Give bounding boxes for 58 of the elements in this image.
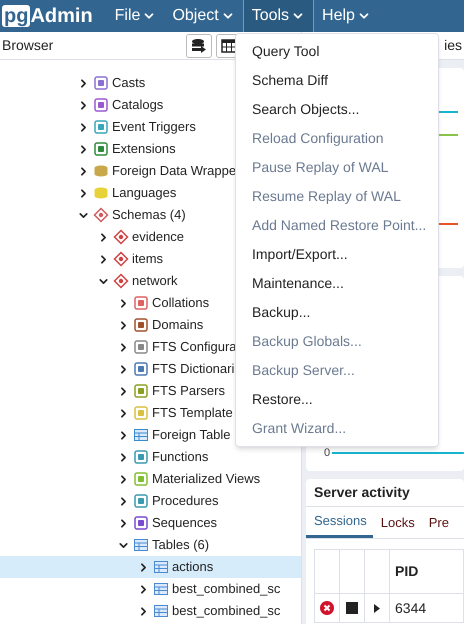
menu-option[interactable]: Query Tool: [236, 37, 438, 66]
diamond-icon: [113, 273, 129, 289]
object-icon: [133, 383, 149, 399]
table-icon: [133, 427, 149, 443]
object-icon: [133, 317, 149, 333]
tree-item[interactable]: best_combined_sc: [0, 600, 301, 622]
object-icon: [133, 515, 149, 531]
cylinder-icon: [93, 185, 109, 201]
object-icon: [93, 75, 109, 91]
tree-item[interactable]: Materialized Views: [0, 468, 301, 490]
table-icon: [133, 537, 149, 553]
menu-item[interactable]: Tools: [242, 0, 314, 32]
tab[interactable]: Sessions: [306, 507, 373, 538]
tree-item[interactable]: actions: [0, 556, 301, 578]
expand-icon[interactable]: [374, 604, 380, 612]
menu-item[interactable]: Object: [164, 0, 243, 32]
tree-item[interactable]: Functions: [0, 446, 301, 468]
column-header: PID: [394, 562, 418, 581]
tree-item[interactable]: Sequences: [0, 512, 301, 534]
object-icon: [133, 493, 149, 509]
object-icon: [93, 141, 109, 157]
axis-label: 0: [324, 446, 330, 460]
menu-option[interactable]: Backup...: [236, 298, 438, 327]
object-icon: [133, 471, 149, 487]
tree-item[interactable]: Tables (6): [0, 534, 301, 556]
table-icon: [153, 581, 169, 597]
table-icon: [153, 559, 169, 575]
tree-item[interactable]: best_combined_sc: [0, 578, 301, 600]
cylinder-icon: [93, 163, 109, 179]
menu-item[interactable]: File: [106, 0, 164, 32]
menu-option[interactable]: Maintenance...: [236, 269, 438, 298]
terminate-icon[interactable]: [320, 601, 334, 615]
menu-item[interactable]: Help: [314, 0, 379, 32]
diamond-icon: [113, 229, 129, 245]
diamond-icon: [113, 251, 129, 267]
object-icon: [133, 339, 149, 355]
menu-option[interactable]: Restore...: [236, 385, 438, 414]
object-icon: [93, 119, 109, 135]
tree-item[interactable]: Procedures: [0, 490, 301, 512]
card-title: Server activity: [314, 483, 410, 502]
tab[interactable]: Locks: [372, 507, 421, 538]
object-icon: [133, 449, 149, 465]
panel-title: Browser: [2, 36, 54, 55]
menu-option[interactable]: Import/Export...: [236, 240, 438, 269]
tab[interactable]: Pre: [420, 507, 455, 538]
diamond-icon: [93, 207, 109, 223]
database-icon: [191, 38, 208, 54]
object-icon: [133, 361, 149, 377]
object-icon: [133, 295, 149, 311]
table-cell-text: 6344: [394, 598, 426, 618]
object-icon: [93, 97, 109, 113]
logo: pgAdmin: [1, 4, 94, 29]
query-tool-button[interactable]: [186, 34, 212, 58]
table-icon: [153, 603, 169, 619]
object-icon: [133, 405, 149, 421]
menu-option[interactable]: Schema Diff: [236, 66, 438, 95]
menu-option[interactable]: Search Objects...: [236, 95, 438, 124]
tab-label[interactable]: ies: [444, 35, 462, 56]
